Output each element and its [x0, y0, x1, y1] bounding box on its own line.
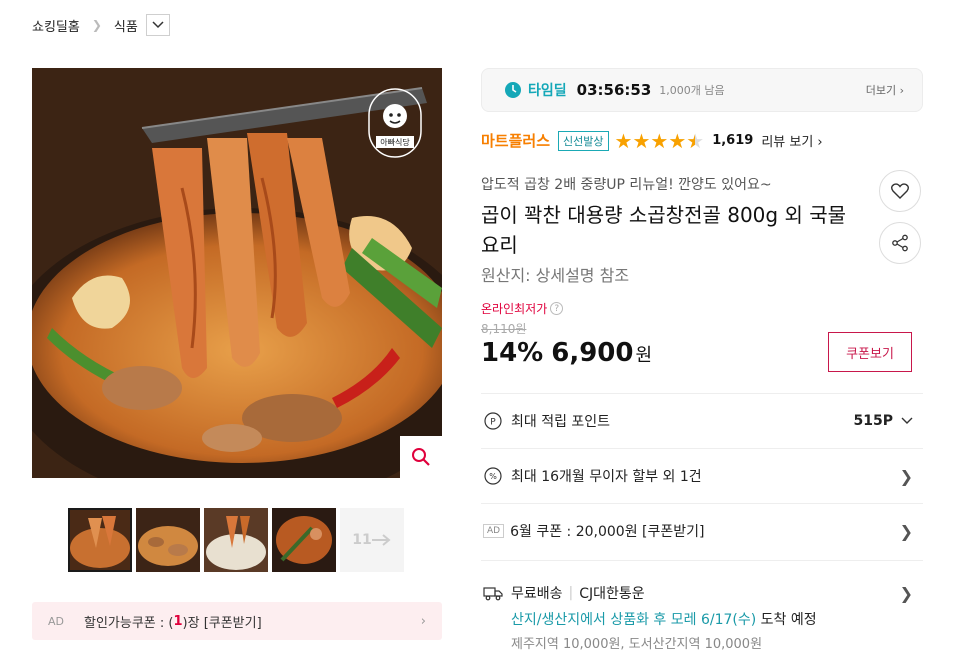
ad-label: AD [48, 614, 64, 628]
breadcrumb-category[interactable]: 식품 [114, 16, 138, 35]
breadcrumb-home[interactable]: 쇼킹딜홈 [32, 16, 80, 35]
chevron-right-icon: ❯ [899, 466, 913, 486]
wishlist-button[interactable] [879, 170, 921, 212]
thumbnail-count-label: 11 [352, 532, 372, 548]
coupon-text-after: )장 [쿠폰받기] [182, 615, 262, 631]
zoom-button[interactable] [400, 436, 442, 478]
share-icon [892, 234, 908, 252]
logo-text: 아빠식당 [380, 137, 410, 147]
chevron-down-icon [901, 417, 913, 424]
percent-icon: % [483, 466, 503, 486]
arrow-right-icon [371, 534, 391, 546]
timedeal-countdown: 03:56:53 [576, 81, 652, 99]
thumbnail-4[interactable] [272, 508, 336, 572]
divider: | [568, 585, 574, 601]
coupon-text-before: 할인가능쿠폰 : ( [84, 615, 174, 631]
star-icon: ★ [632, 128, 651, 153]
delivery-eta: 산지/생산지에서 상품화 후 모레 6/17(수) 도착 예정 [481, 609, 923, 629]
svg-text:%: % [489, 472, 497, 481]
installment-chevron: ❯ [900, 467, 923, 486]
chevron-down-icon [152, 21, 164, 29]
chevron-right-icon: › [420, 613, 426, 629]
price-unit: 원 [635, 345, 653, 366]
share-button[interactable] [879, 222, 921, 264]
seller-name[interactable]: 마트플러스 [481, 130, 550, 151]
star-icon: ★ [650, 128, 669, 153]
view-coupon-button[interactable]: 쿠폰보기 [828, 332, 912, 372]
rating-stars: ★ ★ ★ ★ ★ [615, 131, 705, 151]
coupon-ad-bar[interactable]: AD 할인가능쿠폰 : (1)장 [쿠폰받기] › [32, 602, 442, 640]
shipping-line: 무료배송 | CJ대한통운 ❯ [481, 583, 923, 603]
star-icon: ★ [668, 128, 687, 153]
product-main-image[interactable]: 아빠식당 [32, 68, 442, 478]
coupon-chevron: ❯ [900, 522, 923, 541]
product-origin: 원산지: 상세설명 참조 [481, 266, 630, 285]
thumbnail-strip: 11 [68, 508, 404, 572]
carrier-name: CJ대한통운 [579, 586, 645, 602]
heart-icon [891, 183, 909, 199]
thumbnail-3[interactable] [204, 508, 268, 572]
coupon-count: 1 [173, 613, 183, 629]
lowest-price-text: 온라인최저가 [481, 302, 548, 316]
timedeal-bar: 타임딜 03:56:53 1,000개 남음 더보기 › [481, 68, 923, 112]
delivery-eta-highlight: 산지/생산지에서 상품화 후 모레 6/17(수) [511, 612, 757, 628]
price-row: 14% 6,900 원 [481, 338, 652, 368]
points-value-group: 515P [854, 413, 923, 429]
monthly-coupon-label: 6월 쿠폰 : 20,000원 [쿠폰받기] [510, 524, 705, 540]
breadcrumb: 쇼킹딜홈 ❯ 식품 [32, 14, 170, 36]
installment-row[interactable]: % 최대 16개월 무이자 할부 외 1건 ❯ [481, 448, 923, 503]
lowest-price-label: 온라인최저가 ? [481, 300, 564, 317]
chevron-right-icon: ❯ [899, 521, 913, 541]
monthly-coupon-row[interactable]: AD 6월 쿠폰 : 20,000원 [쿠폰받기] ❯ [481, 503, 923, 558]
fresh-tag: 신선발상 [558, 130, 609, 151]
discount-rate: 14% [481, 338, 544, 368]
help-icon[interactable]: ? [550, 302, 564, 315]
points-row[interactable]: P 최대 적립 포인트 515P [481, 393, 923, 448]
timedeal-label: 타임딜 [528, 83, 567, 99]
truck-icon [483, 587, 503, 601]
review-count: 1,619 [712, 133, 754, 148]
points-label: 최대 적립 포인트 [511, 414, 611, 430]
points-value: 515P [853, 413, 893, 429]
delivery-eta-rest: 도착 예정 [756, 612, 817, 628]
category-dropdown-button[interactable] [145, 14, 170, 36]
chevron-right-icon: ❯ [899, 583, 913, 603]
sale-price: 6,900 [551, 338, 634, 368]
thumbnail-1[interactable] [68, 508, 132, 572]
shipping-section[interactable]: 무료배송 | CJ대한통운 ❯ 산지/생산지에서 상품화 후 모레 6/17(수… [481, 560, 923, 652]
star-icon: ★ [614, 128, 633, 153]
half-star-icon: ★ [686, 128, 705, 153]
installment-label: 최대 16개월 무이자 할부 외 1건 [511, 469, 702, 485]
free-shipping-label: 무료배송 [511, 586, 563, 602]
original-price: 8,110원 [481, 322, 527, 336]
timedeal-remaining: 1,000개 남음 [659, 84, 725, 97]
timedeal-more-link[interactable]: 더보기 › [866, 82, 904, 98]
ad-label: AD [483, 524, 505, 538]
point-icon: P [483, 411, 503, 431]
product-title: 곱이 꽉찬 대용량 소곱창전골 800g 외 국물요리 [481, 203, 847, 257]
extra-shipping-fee: 제주지역 10,000원, 도서산간지역 10,000원 [511, 637, 763, 652]
seller-row: 마트플러스 신선발상 ★ ★ ★ ★ ★ 1,619 리뷰 보기 › [481, 130, 823, 151]
brand-logo-badge: 아빠식당 [368, 88, 422, 158]
svg-text:P: P [490, 418, 496, 428]
product-subtitle: 압도적 곱창 2배 중량UP 리뉴얼! 깐양도 있어요~ [481, 177, 772, 193]
timedeal-more-label: 더보기 [865, 84, 897, 97]
magnifier-icon [412, 448, 430, 466]
thumbnail-2[interactable] [136, 508, 200, 572]
clock-icon [505, 82, 521, 98]
chevron-right-icon: ❯ [91, 18, 102, 32]
review-link-label: 리뷰 보기 [761, 135, 814, 150]
review-link[interactable]: 리뷰 보기 › [761, 131, 822, 150]
thumbnail-next-button[interactable]: 11 [340, 508, 404, 572]
